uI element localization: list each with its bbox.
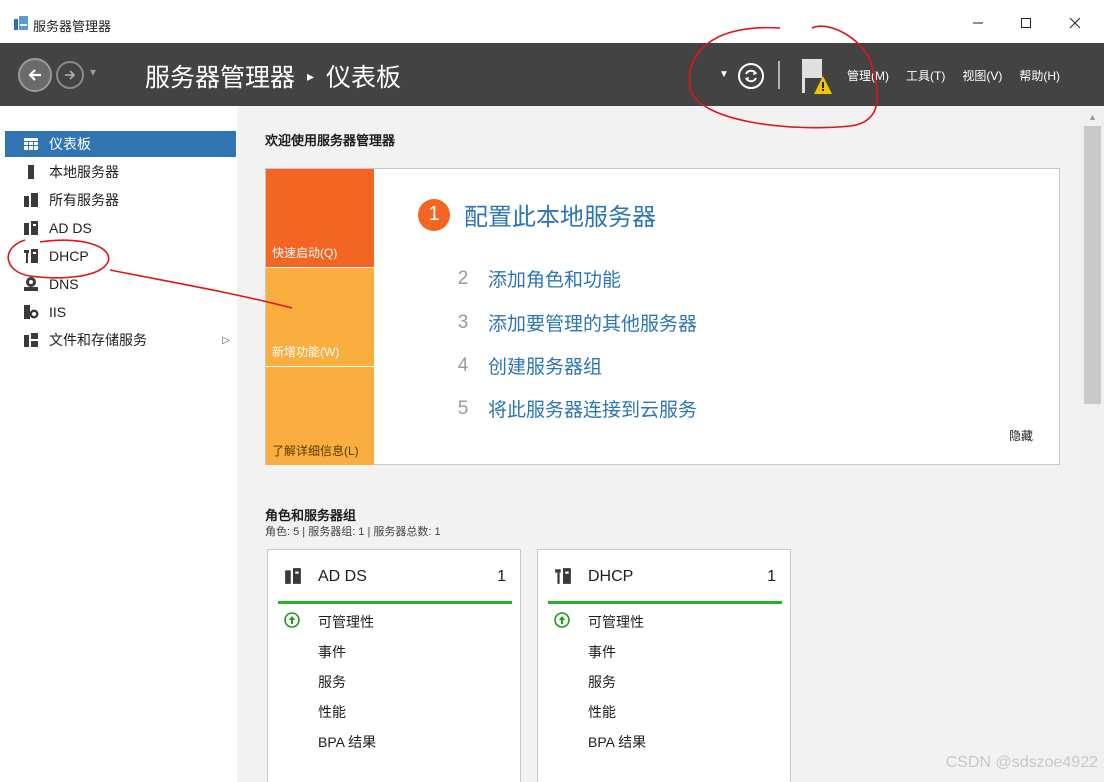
- watermark: CSDN @sdszoe4922: [945, 754, 1098, 771]
- red-annotation-overlay: [7, 25, 879, 309]
